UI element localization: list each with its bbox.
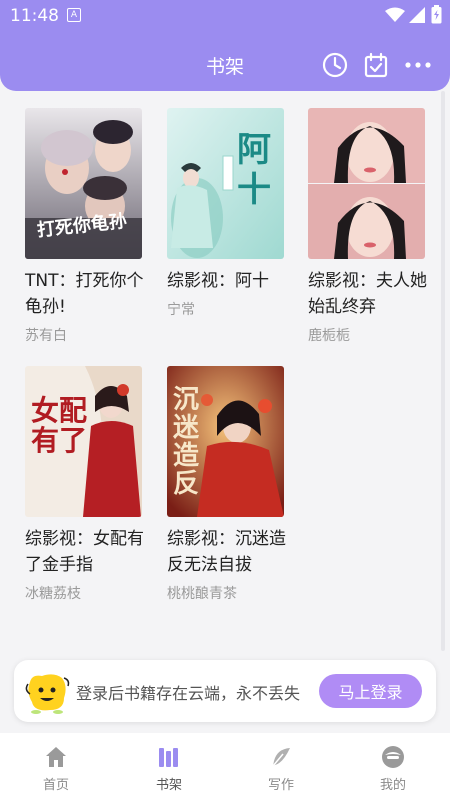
tab-write[interactable]: 写作 [236,745,326,793]
scrollbar-track[interactable] [441,91,445,651]
book-author: 苏有白 [25,328,67,344]
notification-a-icon: A [67,8,81,22]
wifi-icon [385,7,405,22]
book-item[interactable]: 阿十 综影视：阿十 宁常 [167,108,293,319]
tab-home[interactable]: 首页 [11,745,101,793]
tab-label: 书架 [155,778,182,793]
profile-icon [382,746,404,768]
book-title: 综影视：女配有了金手指 [25,529,144,575]
status-bar: 11:48 A [0,0,450,32]
more-dots-icon[interactable] [404,55,432,75]
book-author: 鹿栀栀 [308,328,350,344]
book-cover[interactable]: 阿十 [167,108,284,259]
tab-bookshelf[interactable]: 书架 [124,745,214,793]
login-prompt-text: 登录后书籍存在云端，永不丢失 [76,684,301,703]
bookshelf-icon [159,748,178,767]
tab-label: 写作 [267,778,294,793]
book-cover[interactable] [308,108,425,259]
clock-icon[interactable] [321,51,349,79]
bookshelf-grid: 打死你龟孙 TNT：打死你个龟孙! 苏有白 阿十 综影视：阿十 宁常 综影视：夫… [0,91,442,651]
book-item[interactable]: 综影视：夫人她始乱终弃 鹿栀栀 [308,108,434,345]
book-item[interactable]: 打死你龟孙 TNT：打死你个龟孙! 苏有白 [25,108,151,345]
book-author: 冰糖荔枝 [25,586,81,602]
bottom-tab-bar: 首页 书架 写作 我的 [0,733,450,801]
book-cover[interactable]: 沉迷造反 [167,366,284,517]
tab-profile[interactable]: 我的 [348,745,438,793]
tab-label: 我的 [379,778,406,793]
login-button[interactable]: 马上登录 [319,674,422,708]
cover-title-text: 阿十 [237,130,271,210]
app-header: 11:48 A 书架 [0,0,450,91]
book-item[interactable]: 女配有了 综影视：女配有了金手指 冰糖荔枝 [25,366,151,603]
book-title: TNT：打死你个龟孙! [25,271,144,317]
signal-icon [409,7,425,23]
book-title: 综影视：阿十 [167,271,269,291]
battery-icon [431,5,442,24]
book-author: 宁常 [167,302,195,318]
book-cover[interactable]: 打死你龟孙 [25,108,142,259]
feather-icon [272,748,290,767]
login-banner: 登录后书籍存在云端，永不丢失 马上登录 [14,660,436,722]
tab-label: 首页 [42,778,69,793]
cover-title-text: 沉迷造反 [173,385,200,499]
status-time: 11:48 [10,6,59,26]
book-title: 综影视：夫人她始乱终弃 [308,271,427,317]
book-author: 桃桃酿青茶 [167,586,237,602]
book-cover[interactable]: 女配有了 [25,366,142,517]
cover-title-text: 女配有了 [31,394,88,457]
book-title: 综影视：沉迷造反无法自拔 [167,529,286,575]
home-icon [46,747,66,767]
mascot-icon [25,674,70,714]
calendar-check-icon[interactable] [362,51,390,79]
book-item[interactable]: 沉迷造反 综影视：沉迷造反无法自拔 桃桃酿青茶 [167,366,293,603]
